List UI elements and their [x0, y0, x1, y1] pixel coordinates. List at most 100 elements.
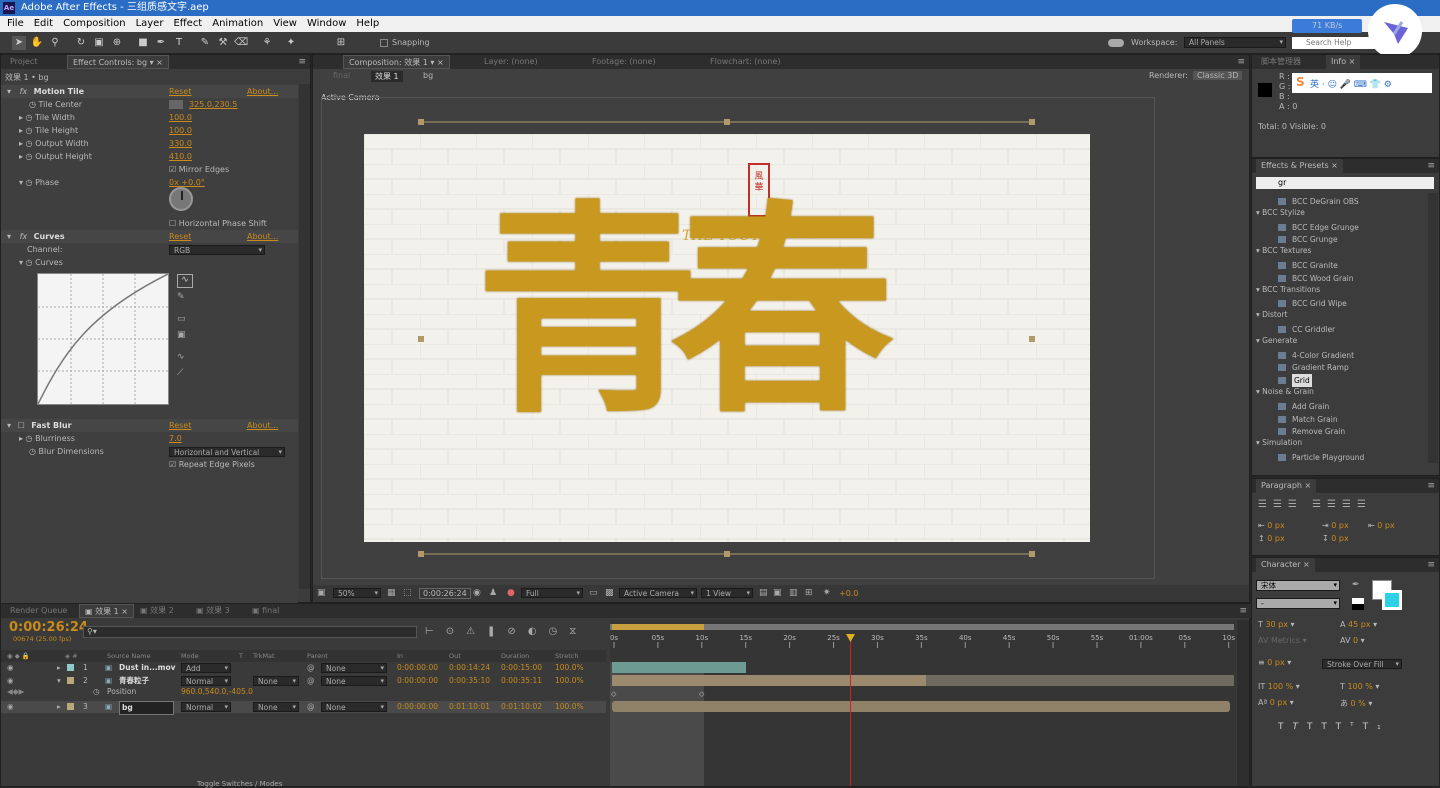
- effects-item[interactable]: Particle Playground: [1252, 451, 1424, 464]
- ime-toolbar[interactable]: S 英 · ☺ 🎤 ⌨ 👕 ⚙: [1292, 73, 1432, 93]
- expand-icon[interactable]: ▾: [7, 87, 11, 96]
- timeline-timecode[interactable]: 0:00:26:24: [9, 620, 88, 635]
- tab-effects-presets[interactable]: Effects & Presets ×: [1256, 159, 1343, 173]
- snapshot-icon[interactable]: ◉: [473, 588, 481, 598]
- eyedropper-icon[interactable]: ✒: [1352, 580, 1360, 590]
- type-tool-icon[interactable]: T: [172, 36, 186, 50]
- alignment-buttons[interactable]: ☰☰☰ ☰☰☰☰: [1258, 499, 1372, 510]
- effects-item[interactable]: 4-Color Gradient: [1252, 349, 1424, 362]
- timeline-switch-icons[interactable]: ⊢⊙⚠❚⊘◐◷⧖: [425, 626, 588, 637]
- pencil-tool-icon[interactable]: ✎: [177, 292, 185, 302]
- visibility-eye-icon[interactable]: ◉: [7, 701, 14, 713]
- menu-file[interactable]: File: [7, 18, 24, 29]
- menu-layer[interactable]: Layer: [136, 18, 164, 29]
- fx-icon[interactable]: fx: [20, 232, 28, 241]
- effects-item[interactable]: BCC DeGrain OBS: [1252, 195, 1424, 208]
- repeat-edge-checkbox[interactable]: ☑ Repeat Edge Pixels: [169, 458, 255, 471]
- tab-info[interactable]: Info ×: [1326, 55, 1361, 69]
- transparency-grid-icon[interactable]: ▩: [605, 588, 614, 598]
- stroke-type-dropdown[interactable]: Stroke Over Fill: [1322, 659, 1402, 669]
- effects-category[interactable]: ▾ BCC Transitions: [1256, 285, 1320, 294]
- layer-out[interactable]: 0:01:10:01: [449, 701, 490, 713]
- parent-dropdown[interactable]: None: [321, 676, 387, 686]
- effects-item[interactable]: CC Griddler: [1252, 323, 1424, 336]
- tab-script-manager[interactable]: 脚本管理器: [1256, 55, 1306, 69]
- blend-mode-dropdown[interactable]: Normal: [181, 676, 231, 686]
- open-icon[interactable]: ▭: [177, 314, 186, 324]
- flowchart-icon[interactable]: ⊞: [805, 588, 813, 598]
- prop-value[interactable]: 330.0: [169, 137, 192, 150]
- panel-menu-icon[interactable]: ≡: [1427, 558, 1435, 572]
- effects-item[interactable]: BCC Grunge: [1252, 233, 1424, 246]
- fx-disabled-checkbox[interactable]: ☐: [18, 421, 25, 430]
- tab-comp-2[interactable]: ▣ 效果 2: [135, 604, 179, 618]
- prop-value[interactable]: 410.0: [169, 150, 192, 163]
- prop-value[interactable]: 325.0,230.5: [189, 98, 237, 111]
- panel-menu-icon[interactable]: ≡: [298, 55, 306, 69]
- resolution-dropdown[interactable]: Full: [521, 588, 583, 598]
- visibility-eye-icon[interactable]: ◉: [7, 662, 14, 674]
- timeline-icon[interactable]: ▥: [789, 588, 798, 598]
- font-size-field[interactable]: T 30 px ▾: [1258, 620, 1295, 629]
- effects-category[interactable]: ▾ Simulation: [1256, 438, 1302, 447]
- time-ruler[interactable]: 0s 05s 10s 15s 20s 25s 30s 35s 40s 45s 50s 55s 01:00…: [610, 630, 1236, 660]
- motion-tile-reset[interactable]: Reset: [169, 85, 191, 98]
- reset-curve-icon[interactable]: ⟋: [177, 368, 183, 378]
- roi-icon[interactable]: ▭: [589, 588, 598, 598]
- curves-graph[interactable]: [37, 273, 169, 405]
- layer-row[interactable]: ◉ ▸ 1 ▣ Dust in...mov Add @ None 0:00:00:00 0:00:…: [1, 662, 606, 674]
- label-color-swatch[interactable]: [67, 703, 74, 710]
- assistant-bird-icon[interactable]: [1368, 4, 1422, 58]
- puppet-tool-icon[interactable]: ✦: [284, 36, 298, 50]
- keyframe-nav-icon[interactable]: ◀◆▶: [7, 686, 24, 698]
- font-family-dropdown[interactable]: 宋体: [1256, 580, 1340, 591]
- panel-menu-icon[interactable]: ≡: [1427, 159, 1435, 173]
- pan-behind-tool-icon[interactable]: ⊕: [110, 36, 124, 50]
- kerning-field[interactable]: AV Metrics ▾: [1258, 636, 1307, 645]
- timeline-graph[interactable]: 0s 05s 10s 15s 20s 25s 30s 35s 40s 45s 50s 55s 01:00…: [610, 620, 1236, 786]
- smooth-icon[interactable]: ∿: [177, 352, 185, 362]
- view-layout-dropdown[interactable]: 1 View: [701, 588, 753, 598]
- axis-mode-icon[interactable]: ⊞: [334, 36, 348, 50]
- hand-tool-icon[interactable]: ✋: [30, 36, 44, 50]
- trkmat-dropdown[interactable]: None: [253, 676, 299, 686]
- blend-mode-dropdown[interactable]: Add: [181, 663, 231, 673]
- effects-category[interactable]: ▾ Generate: [1256, 336, 1297, 345]
- layer-stretch[interactable]: 100.0%: [555, 701, 584, 713]
- layer-name[interactable]: Dust in...mov: [119, 662, 176, 674]
- panel-menu-icon[interactable]: ≡: [1239, 604, 1247, 618]
- tab-render-queue[interactable]: Render Queue: [5, 604, 72, 618]
- camera-tool-icon[interactable]: ▣: [92, 36, 106, 50]
- zoom-tool-icon[interactable]: ⚲: [48, 36, 62, 50]
- menu-view[interactable]: View: [273, 18, 297, 29]
- twirl-icon[interactable]: ▸: [57, 662, 61, 674]
- keyframe-icon[interactable]: ◇: [611, 690, 616, 698]
- tab-paragraph[interactable]: Paragraph ×: [1256, 479, 1317, 493]
- curve-tool-icon[interactable]: ∿: [177, 274, 193, 288]
- layer-duration[interactable]: 0:01:10:02: [501, 701, 542, 713]
- horizontal-scale-field[interactable]: T 100 % ▾: [1340, 682, 1379, 691]
- layer-row[interactable]: ◉ ▸ 3 ▣ bg Normal None @ None 0:00:00:00 0:01:10:0…: [1, 701, 606, 715]
- effect-scrollbar[interactable]: [299, 84, 310, 589]
- fx-icon[interactable]: fx: [20, 87, 28, 96]
- rotate-tool-icon[interactable]: ↻: [74, 36, 88, 50]
- tab-project[interactable]: Project: [5, 55, 42, 69]
- position-value[interactable]: 960.0,540.0,-405.0: [181, 686, 253, 698]
- fast-previews-icon[interactable]: ▣: [773, 588, 782, 598]
- stroke-width-field[interactable]: ≡ 0 px ▾: [1258, 658, 1291, 667]
- stopwatch-icon[interactable]: ◷: [93, 686, 100, 698]
- font-style-dropdown[interactable]: -: [1256, 598, 1340, 609]
- indent-right[interactable]: ⇤ 0 px: [1368, 521, 1395, 530]
- shape-tool-icon[interactable]: ■: [136, 36, 150, 50]
- effects-search-input[interactable]: gr: [1256, 177, 1434, 189]
- stopwatch-icon[interactable]: ◷: [29, 100, 36, 109]
- brush-tool-icon[interactable]: ✎: [198, 36, 212, 50]
- mirror-edges-checkbox[interactable]: ☑ Mirror Edges: [169, 163, 229, 176]
- label-color-swatch[interactable]: [67, 664, 74, 671]
- fast-blur-reset[interactable]: Reset: [169, 419, 191, 432]
- motion-tile-about[interactable]: About...: [247, 85, 278, 98]
- leading-field[interactable]: A 45 px ▾: [1340, 620, 1377, 629]
- horizontal-phase-shift-checkbox[interactable]: ☐ Horizontal Phase Shift: [169, 217, 267, 230]
- channel-dropdown[interactable]: RGB: [169, 245, 265, 255]
- tsume-field[interactable]: あ 0 % ▾: [1340, 698, 1372, 709]
